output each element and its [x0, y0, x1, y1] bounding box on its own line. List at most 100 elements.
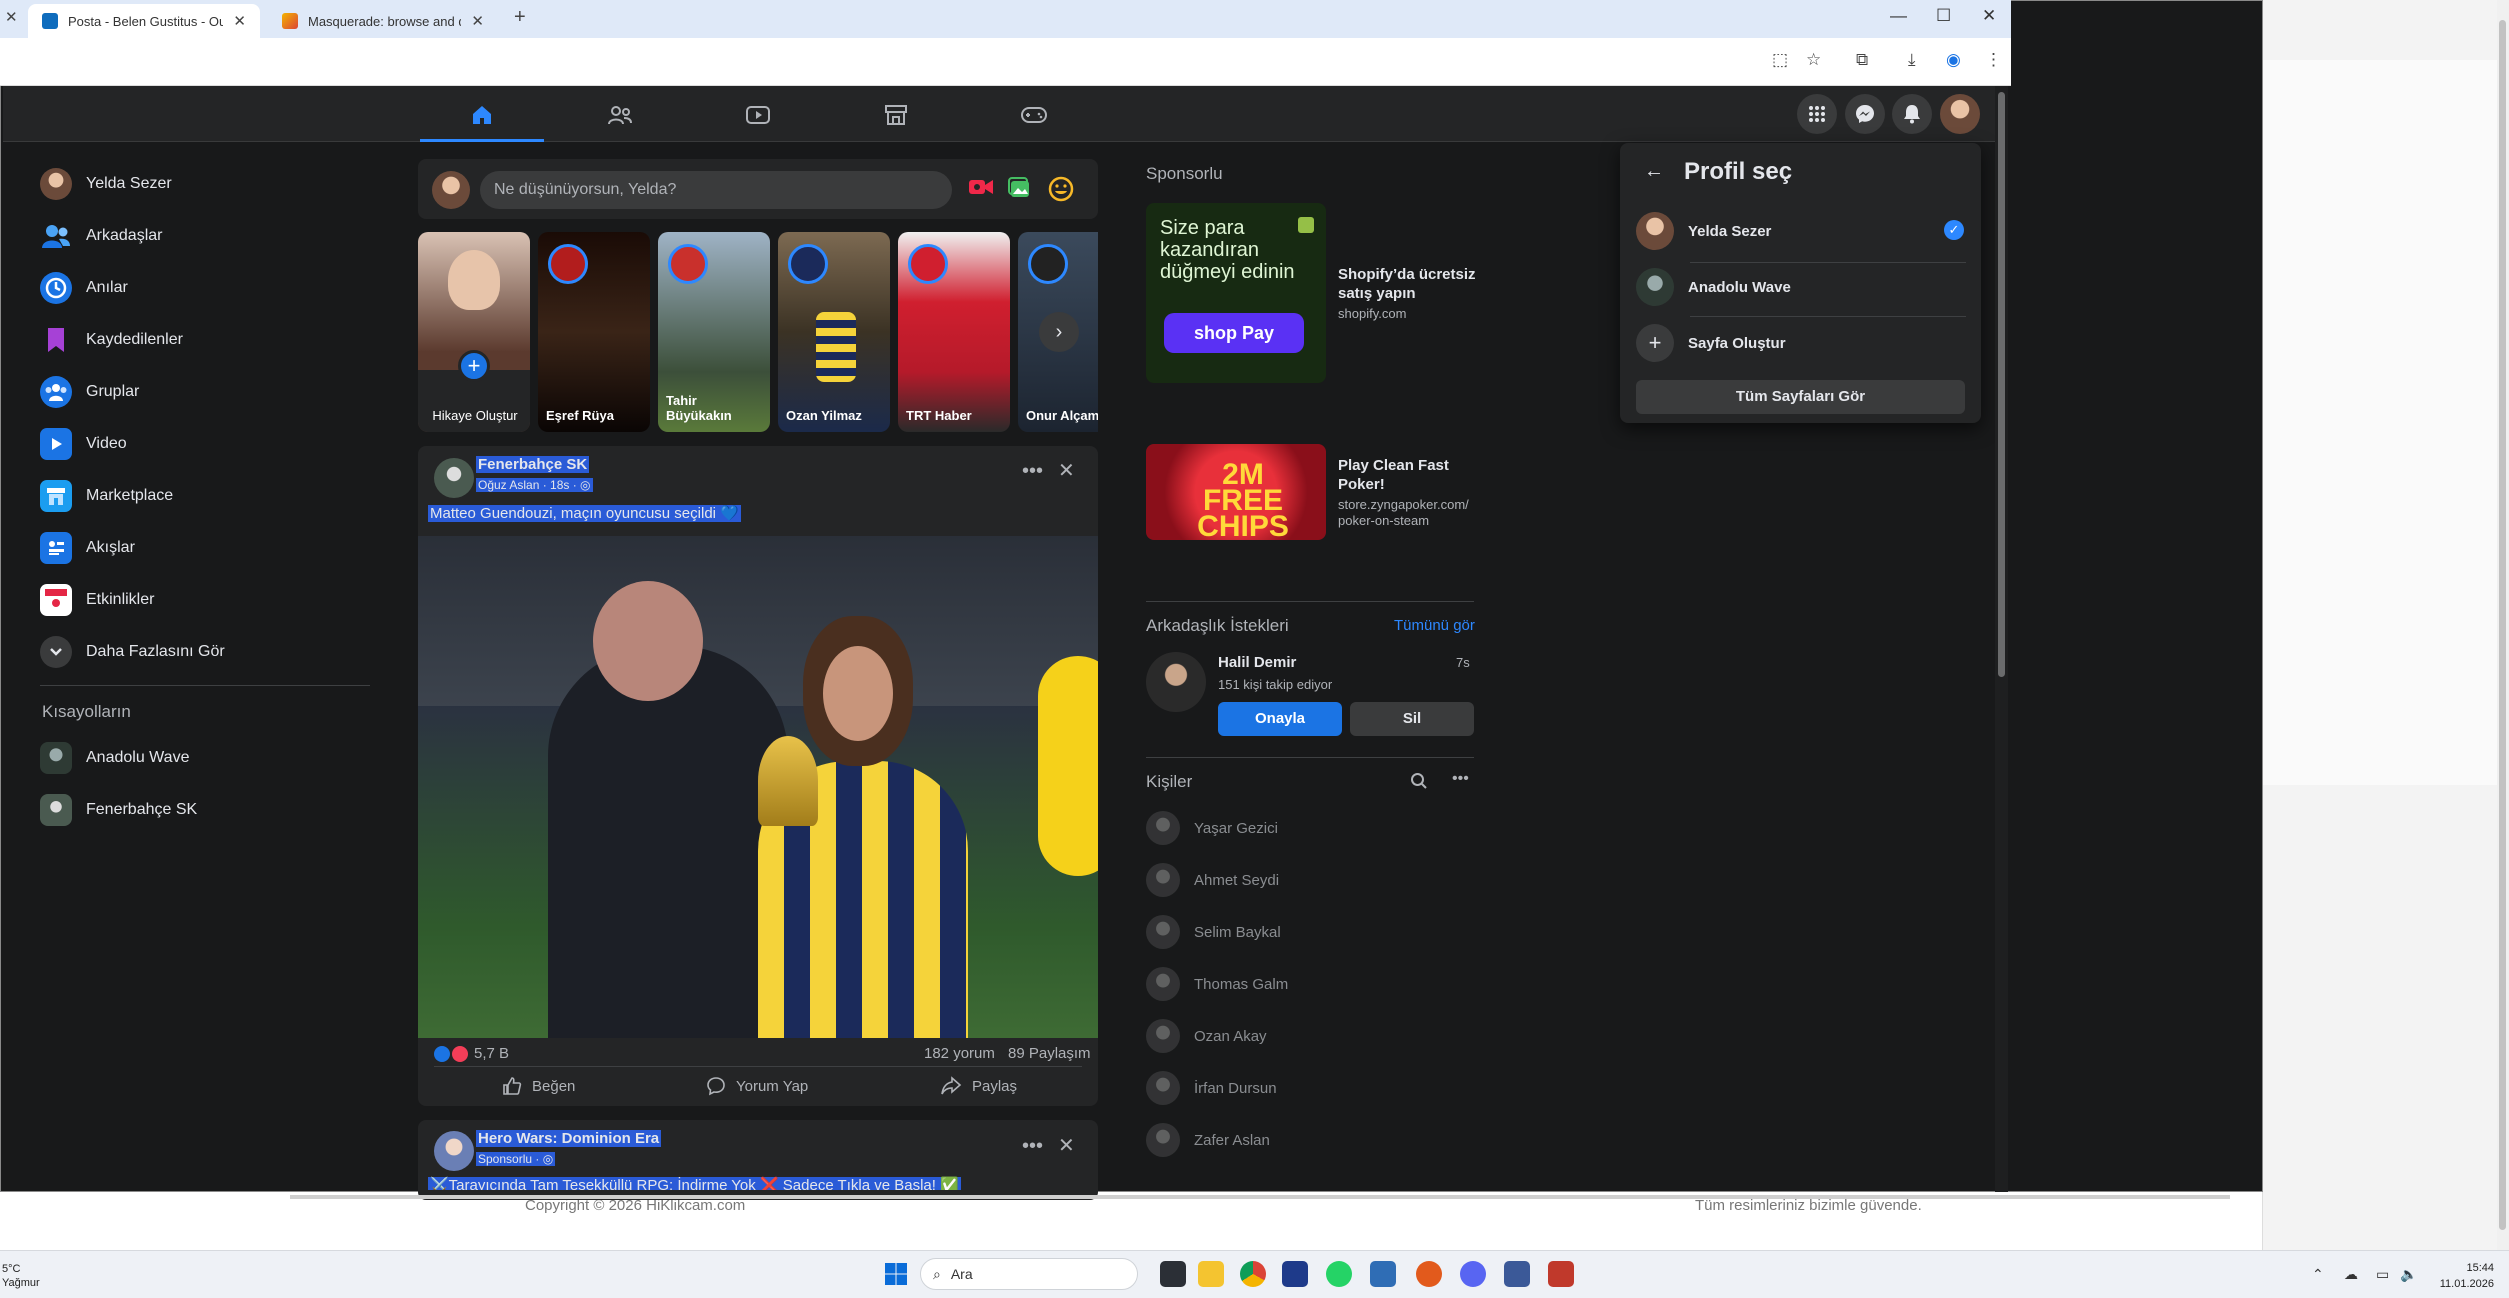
- tab-outlook[interactable]: Posta - Belen Gustitus - Outlook ✕: [28, 4, 260, 38]
- close-icon[interactable]: ✕: [5, 8, 18, 26]
- photo-icon[interactable]: [1008, 176, 1032, 205]
- contact-item[interactable]: Ozan Akay: [1146, 1016, 1267, 1056]
- profile-option-anadolu[interactable]: Anadolu Wave: [1636, 267, 1791, 307]
- sidebar-item-profile[interactable]: Yelda Sezer: [40, 164, 172, 204]
- comment-button[interactable]: Yorum Yap: [706, 1075, 808, 1097]
- whatsapp-icon[interactable]: [1326, 1261, 1352, 1287]
- nav-marketplace[interactable]: [834, 100, 958, 130]
- contact-item[interactable]: Yaşar Gezici: [1146, 808, 1278, 848]
- feeling-icon[interactable]: [1048, 176, 1074, 207]
- address-bar[interactable]: [0, 38, 2011, 86]
- avatar[interactable]: [1146, 652, 1206, 712]
- menu-grid-button[interactable]: [1797, 94, 1837, 134]
- profile-icon[interactable]: ◉: [1946, 50, 1961, 70]
- sidebar-item-saved[interactable]: Kaydedilenler: [40, 320, 183, 360]
- close-tab-icon[interactable]: ✕: [471, 12, 484, 30]
- close-window-icon[interactable]: ✕: [1982, 6, 1996, 26]
- notifications-button[interactable]: [1892, 94, 1932, 134]
- close-icon[interactable]: ✕: [1058, 458, 1075, 483]
- background-scrollbar-thumb[interactable]: [2499, 20, 2506, 1230]
- nav-home[interactable]: [420, 100, 544, 130]
- page-avatar[interactable]: [434, 1131, 474, 1171]
- nav-friends[interactable]: [558, 100, 682, 130]
- more-options-icon[interactable]: •••: [1022, 460, 1043, 483]
- more-options-icon[interactable]: •••: [1452, 770, 1469, 788]
- contact-item[interactable]: Thomas Galm: [1146, 964, 1288, 1004]
- extensions-icon[interactable]: ⧉: [1856, 50, 1868, 70]
- contact-item[interactable]: Selim Baykal: [1146, 912, 1281, 952]
- close-icon[interactable]: ✕: [1058, 1133, 1075, 1158]
- back-arrow-icon[interactable]: ←: [1644, 160, 1664, 183]
- shortcut-anadolu-wave[interactable]: Anadolu Wave: [40, 738, 189, 778]
- shortcut-fenerbahce[interactable]: Fenerbahçe SK: [40, 790, 197, 830]
- share-button[interactable]: Paylaş: [940, 1075, 1017, 1097]
- plus-icon[interactable]: +: [458, 350, 490, 382]
- nav-video[interactable]: [696, 100, 820, 130]
- chrome-icon[interactable]: [1240, 1261, 1266, 1287]
- story-create[interactable]: + Hikaye Oluştur: [418, 232, 530, 432]
- nav-gaming[interactable]: [972, 100, 1096, 130]
- new-tab-icon[interactable]: +: [514, 6, 526, 29]
- weather-temperature[interactable]: 5°C: [2, 1263, 20, 1275]
- page-avatar[interactable]: [434, 458, 474, 498]
- windows-start-icon[interactable]: [884, 1262, 908, 1291]
- share-count[interactable]: 89 Paylaşım: [1008, 1045, 1091, 1062]
- profile-option-yelda[interactable]: Yelda Sezer: [1636, 211, 1771, 251]
- story-next-button[interactable]: ›: [1039, 312, 1079, 352]
- story-card[interactable]: TRT Haber: [898, 232, 1010, 432]
- ad-image-poker[interactable]: 2M FREE CHIPS: [1146, 444, 1326, 540]
- see-all-pages-button[interactable]: Tüm Sayfaları Gör: [1636, 380, 1965, 414]
- taskbar-search[interactable]: ⌕ Ara: [920, 1258, 1138, 1290]
- ad-image-shopify[interactable]: Size para kazandıran düğmeyi edinin shop…: [1146, 203, 1326, 383]
- download-icon[interactable]: ⤓: [1908, 50, 1916, 70]
- volume-icon[interactable]: 🔈: [2400, 1266, 2417, 1283]
- story-card[interactable]: Tahir Büyükakın: [658, 232, 770, 432]
- post-page-name[interactable]: Fenerbahçe SK: [476, 456, 590, 474]
- create-page-option[interactable]: + Sayfa Oluştur: [1636, 323, 1786, 363]
- sidebar-item-video[interactable]: Video: [40, 424, 127, 464]
- menu-icon[interactable]: ⋮: [1985, 50, 2002, 70]
- horizontal-scrollbar[interactable]: [290, 1195, 2230, 1199]
- app-icon[interactable]: [1548, 1261, 1574, 1287]
- confirm-button[interactable]: Onayla: [1218, 702, 1342, 736]
- request-name[interactable]: Halil Demir: [1218, 654, 1296, 671]
- maximize-icon[interactable]: ☐: [1936, 6, 1951, 26]
- messenger-button[interactable]: [1845, 94, 1885, 134]
- sidebar-item-friends[interactable]: Arkadaşlar: [40, 216, 162, 256]
- minimize-icon[interactable]: —: [1890, 6, 1907, 26]
- clock-date[interactable]: 11.01.2026: [2430, 1278, 2494, 1290]
- delete-button[interactable]: Sil: [1350, 702, 1474, 736]
- page-scrollbar-thumb[interactable]: [1998, 92, 2005, 677]
- more-options-icon[interactable]: •••: [1022, 1135, 1043, 1158]
- cloud-icon[interactable]: ☁: [2344, 1266, 2358, 1283]
- chevron-up-icon[interactable]: ⌃: [2312, 1266, 2324, 1283]
- sidebar-item-groups[interactable]: Gruplar: [40, 372, 139, 412]
- sidebar-item-marketplace[interactable]: Marketplace: [40, 476, 173, 516]
- comment-count[interactable]: 182 yorum: [924, 1045, 995, 1062]
- reaction-summary[interactable]: 5,7 B: [434, 1045, 509, 1062]
- sidebar-see-more-button[interactable]: Daha Fazlasını Gör: [40, 632, 225, 672]
- star-icon[interactable]: ☆: [1806, 50, 1821, 70]
- contact-item[interactable]: Ahmet Seydi: [1146, 860, 1279, 900]
- close-tab-icon[interactable]: ✕: [233, 12, 246, 30]
- app-icon[interactable]: [1504, 1261, 1530, 1287]
- task-view-icon[interactable]: [1160, 1261, 1186, 1287]
- search-icon[interactable]: [1410, 772, 1428, 795]
- sidebar-item-memories[interactable]: Anılar: [40, 268, 128, 308]
- file-explorer-icon[interactable]: [1198, 1261, 1224, 1287]
- calculator-icon[interactable]: [1370, 1261, 1396, 1287]
- ad-url[interactable]: store.zyngapoker.com/ poker-on-steam: [1338, 497, 1488, 529]
- discord-icon[interactable]: [1460, 1261, 1486, 1287]
- sidebar-item-feeds[interactable]: Akışlar: [40, 528, 135, 568]
- see-all-link[interactable]: Tümünü gör: [1394, 617, 1475, 634]
- contact-item[interactable]: Zafer Aslan: [1146, 1120, 1270, 1160]
- contact-item[interactable]: İrfan Dursun: [1146, 1068, 1277, 1108]
- clock-time[interactable]: 15:44: [2448, 1262, 2494, 1274]
- composer-input[interactable]: Ne düşünüyorsun, Yelda?: [480, 171, 952, 209]
- ad-title[interactable]: Shopify’da ücretsiz satış yapın: [1338, 265, 1488, 303]
- install-app-icon[interactable]: ⬚: [1772, 50, 1788, 70]
- ad-title[interactable]: Play Clean Fast Poker!: [1338, 456, 1488, 494]
- network-icon[interactable]: ▭: [2376, 1266, 2389, 1283]
- like-button[interactable]: Beğen: [502, 1075, 575, 1097]
- sidebar-item-events[interactable]: Etkinlikler: [40, 580, 154, 620]
